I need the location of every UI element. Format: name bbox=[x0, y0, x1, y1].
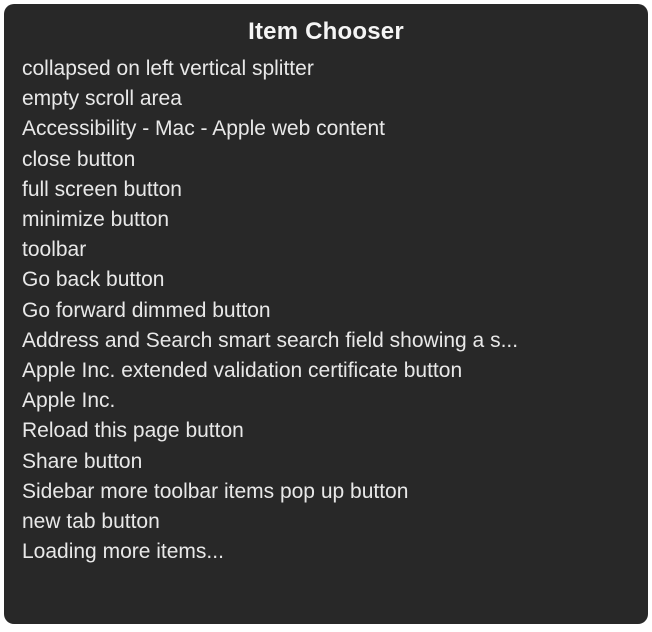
list-item[interactable]: Address and Search smart search field sh… bbox=[22, 326, 630, 356]
list-item[interactable]: close button bbox=[22, 145, 630, 175]
list-item[interactable]: collapsed on left vertical splitter bbox=[22, 54, 630, 84]
panel-title: Item Chooser bbox=[4, 14, 648, 54]
list-item[interactable]: Go forward dimmed button bbox=[22, 296, 630, 326]
list-item[interactable]: empty scroll area bbox=[22, 84, 630, 114]
item-chooser-panel: Item Chooser collapsed on left vertical … bbox=[4, 4, 648, 624]
list-item[interactable]: Apple Inc. bbox=[22, 386, 630, 416]
list-item[interactable]: Go back button bbox=[22, 265, 630, 295]
list-item[interactable]: Sidebar more toolbar items pop up button bbox=[22, 477, 630, 507]
list-item[interactable]: minimize button bbox=[22, 205, 630, 235]
list-item[interactable]: Loading more items... bbox=[22, 537, 630, 567]
item-list: collapsed on left vertical splitter empt… bbox=[4, 54, 648, 567]
list-item[interactable]: new tab button bbox=[22, 507, 630, 537]
list-item[interactable]: Apple Inc. extended validation certifica… bbox=[22, 356, 630, 386]
list-item[interactable]: toolbar bbox=[22, 235, 630, 265]
list-item[interactable]: full screen button bbox=[22, 175, 630, 205]
list-item[interactable]: Share button bbox=[22, 447, 630, 477]
list-item[interactable]: Accessibility - Mac - Apple web content bbox=[22, 114, 630, 144]
list-item[interactable]: Reload this page button bbox=[22, 416, 630, 446]
